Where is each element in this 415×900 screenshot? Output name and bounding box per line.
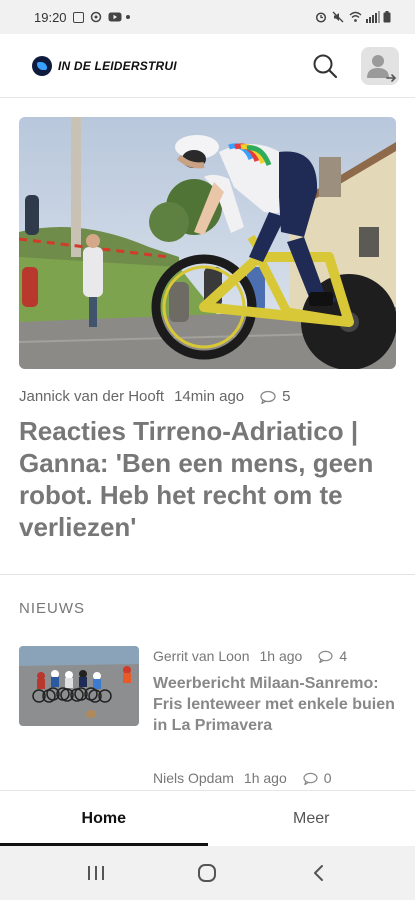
status-right	[315, 11, 395, 23]
youtube-notification-icon	[108, 11, 122, 23]
more-notifications-icon	[125, 15, 130, 19]
news-list-item[interactable]: Niels Opdam 1h ago 0	[19, 768, 397, 790]
home-circle-icon	[198, 864, 217, 882]
gallery-notification-icon	[72, 11, 84, 23]
status-time: 19:20	[34, 9, 67, 25]
news-item-time: 1h ago	[259, 648, 303, 664]
comment-bubble-icon	[260, 390, 276, 404]
user-avatar-icon	[367, 54, 397, 82]
news-item-meta: Niels Opdam 1h ago 0	[153, 770, 332, 786]
app-screen: 19:20 IN DE LEIDERSTRUI Jannick van der …	[0, 0, 415, 900]
status-left: 19:20	[34, 10, 130, 25]
section-divider	[0, 574, 415, 575]
battery-icon	[383, 11, 395, 23]
news-item-comment-count: 4	[339, 648, 348, 664]
recent-apps-icon	[87, 866, 104, 880]
news-item-author[interactable]: Niels Opdam	[153, 770, 234, 786]
news-item-time: 1h ago	[243, 770, 287, 786]
logo-text: IN DE LEIDERSTRUI	[58, 58, 177, 73]
cyclist-photo	[19, 117, 396, 369]
news-item-comments[interactable]: 4	[318, 648, 347, 664]
hero-author[interactable]: Jannick van der Hooft	[19, 388, 164, 405]
wifi-icon	[349, 11, 362, 23]
back-chevron-icon	[314, 865, 324, 881]
news-item-comments[interactable]: 0	[303, 770, 332, 786]
hero-article-meta: Jannick van der Hooft 14min ago 5	[19, 388, 290, 405]
tab-more[interactable]: Meer	[208, 791, 415, 846]
feed-content[interactable]: Jannick van der Hooft 14min ago 5 Reacti…	[0, 98, 415, 790]
peloton-photo	[19, 646, 139, 726]
news-item-author[interactable]: Gerrit van Loon	[153, 648, 250, 664]
comment-bubble-icon	[303, 772, 318, 785]
system-navigation-bar	[0, 846, 415, 900]
recent-apps-button[interactable]	[76, 858, 116, 888]
news-item-title[interactable]: Weerbericht Milaan-Sanremo: Fris lentewe…	[153, 673, 399, 736]
hero-article-title[interactable]: Reacties Tirreno-Adriatico | Ganna: 'Ben…	[19, 415, 389, 543]
hero-time: 14min ago	[174, 388, 245, 405]
hero-comment-count: 5	[282, 388, 291, 405]
comment-bubble-icon	[318, 650, 333, 663]
settings-notification-icon	[90, 11, 102, 23]
news-list-item[interactable]: Gerrit van Loon 1h ago 4 Weerbericht Mil…	[19, 646, 397, 736]
tab-home[interactable]: Home	[0, 791, 208, 846]
search-button[interactable]	[311, 52, 339, 80]
bottom-tab-bar: Home Meer	[0, 790, 415, 846]
news-item-meta: Gerrit van Loon 1h ago 4	[153, 648, 347, 664]
search-icon	[313, 54, 338, 78]
site-logo[interactable]: IN DE LEIDERSTRUI	[32, 55, 177, 76]
back-button[interactable]	[299, 858, 339, 888]
header-actions	[311, 46, 399, 85]
account-button[interactable]	[361, 46, 399, 85]
section-label-news: NIEUWS	[19, 600, 85, 617]
hero-comments[interactable]: 5	[260, 388, 290, 405]
news-item-thumbnail[interactable]	[19, 646, 139, 726]
mute-icon	[332, 11, 344, 23]
news-item-comment-count: 0	[323, 770, 332, 786]
alarm-icon	[315, 11, 327, 23]
hero-article-image[interactable]	[19, 117, 396, 369]
app-header: IN DE LEIDERSTRUI	[0, 34, 415, 98]
signal-icon	[366, 11, 380, 23]
status-bar: 19:20	[0, 0, 415, 34]
home-button[interactable]	[187, 858, 227, 888]
logo-mark-icon	[32, 55, 52, 76]
